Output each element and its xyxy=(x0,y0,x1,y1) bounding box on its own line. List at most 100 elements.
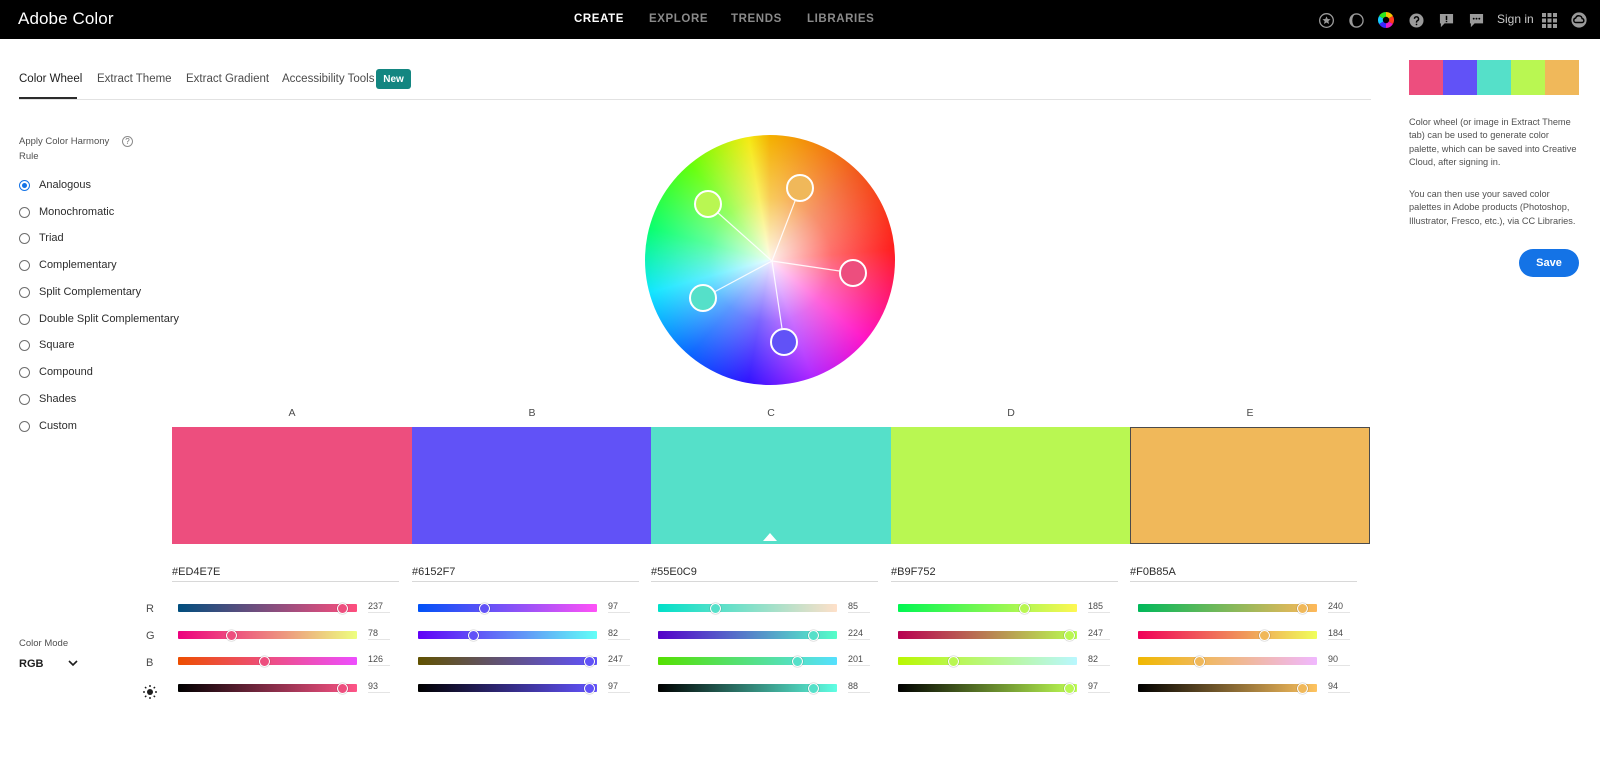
tab-accessibility-tools[interactable]: Accessibility Tools xyxy=(282,73,374,85)
value-e-g[interactable]: 184 xyxy=(1328,628,1350,640)
chevron-down-icon[interactable] xyxy=(68,659,78,667)
slider-d-r[interactable] xyxy=(898,604,1077,612)
radio-selected-icon[interactable] xyxy=(19,179,30,191)
value-a-g[interactable]: 78 xyxy=(368,628,390,640)
rule-double-split-complementary[interactable]: Double Split Complementary xyxy=(19,310,179,328)
slider-b-b[interactable] xyxy=(418,657,597,665)
slider-thumb[interactable] xyxy=(259,656,270,667)
handle-e[interactable] xyxy=(786,174,814,202)
slider-thumb[interactable] xyxy=(584,683,595,694)
tab-color-wheel[interactable]: Color Wheel xyxy=(19,73,82,85)
value-d-r[interactable]: 185 xyxy=(1088,601,1110,613)
slider-thumb[interactable] xyxy=(1019,603,1030,614)
handle-a[interactable] xyxy=(839,259,867,287)
apps-grid-icon[interactable] xyxy=(1541,12,1557,28)
harmony-help-icon[interactable]: ? xyxy=(122,136,133,147)
color-mode-select[interactable]: RGB xyxy=(19,658,43,670)
slider-b-g[interactable] xyxy=(418,631,597,639)
rule-triad[interactable]: Triad xyxy=(19,229,64,247)
value-d-brightness[interactable]: 97 xyxy=(1088,681,1110,693)
slider-thumb[interactable] xyxy=(808,683,819,694)
nav-libraries[interactable]: LIBRARIES xyxy=(807,13,874,25)
slider-d-g[interactable] xyxy=(898,631,1077,639)
tab-extract-gradient[interactable]: Extract Gradient xyxy=(186,73,269,85)
feedback-icon[interactable] xyxy=(1438,12,1454,28)
slider-a-r[interactable] xyxy=(178,604,357,612)
value-e-r[interactable]: 240 xyxy=(1328,601,1350,613)
hex-input-a[interactable]: #ED4E7E xyxy=(172,564,399,582)
rule-compound[interactable]: Compound xyxy=(19,363,93,381)
value-a-brightness[interactable]: 93 xyxy=(368,681,390,693)
radio-icon[interactable] xyxy=(19,313,30,325)
value-e-brightness[interactable]: 94 xyxy=(1328,681,1350,693)
swatch-b[interactable] xyxy=(412,427,652,544)
value-c-brightness[interactable]: 88 xyxy=(848,681,870,693)
nav-trends[interactable]: TRENDS xyxy=(731,13,782,25)
rule-split-complementary[interactable]: Split Complementary xyxy=(19,283,141,301)
slider-thumb[interactable] xyxy=(337,603,348,614)
value-c-r[interactable]: 85 xyxy=(848,601,870,613)
value-a-r[interactable]: 237 xyxy=(368,601,390,613)
value-c-g[interactable]: 224 xyxy=(848,628,870,640)
value-b-b[interactable]: 247 xyxy=(608,654,630,666)
rule-analogous[interactable]: Analogous xyxy=(19,176,91,194)
radio-icon[interactable] xyxy=(19,420,30,432)
swatch-a[interactable] xyxy=(172,427,412,544)
slider-a-brightness[interactable] xyxy=(178,684,357,692)
rule-complementary[interactable]: Complementary xyxy=(19,256,117,274)
radio-icon[interactable] xyxy=(19,339,30,351)
hex-input-e[interactable]: #F0B85A xyxy=(1130,564,1357,582)
slider-thumb[interactable] xyxy=(710,603,721,614)
slider-b-brightness[interactable] xyxy=(418,684,597,692)
slider-thumb[interactable] xyxy=(468,630,479,641)
nav-create[interactable]: CREATE xyxy=(574,13,624,25)
slider-thumb[interactable] xyxy=(337,683,348,694)
value-d-g[interactable]: 247 xyxy=(1088,628,1110,640)
slider-thumb[interactable] xyxy=(1297,603,1308,614)
tab-extract-theme[interactable]: Extract Theme xyxy=(97,73,172,85)
value-b-brightness[interactable]: 97 xyxy=(608,681,630,693)
radio-icon[interactable] xyxy=(19,232,30,244)
slider-c-b[interactable] xyxy=(658,657,837,665)
sign-in-link[interactable]: Sign in xyxy=(1497,12,1534,26)
save-button[interactable]: Save xyxy=(1519,249,1579,277)
rule-monochromatic[interactable]: Monochromatic xyxy=(19,203,114,221)
value-c-b[interactable]: 201 xyxy=(848,654,870,666)
hex-input-c[interactable]: #55E0C9 xyxy=(651,564,878,582)
value-d-b[interactable]: 82 xyxy=(1088,654,1110,666)
slider-e-brightness[interactable] xyxy=(1138,684,1317,692)
radio-icon[interactable] xyxy=(19,393,30,405)
chat-icon[interactable] xyxy=(1468,12,1484,28)
swatch-e[interactable] xyxy=(1130,427,1370,544)
slider-thumb[interactable] xyxy=(1259,630,1270,641)
swatch-c[interactable] xyxy=(651,427,891,544)
radio-icon[interactable] xyxy=(19,286,30,298)
nav-explore[interactable]: EXPLORE xyxy=(649,13,708,25)
value-b-r[interactable]: 97 xyxy=(608,601,630,613)
handle-b[interactable] xyxy=(770,328,798,356)
creative-cloud-icon[interactable] xyxy=(1570,12,1588,28)
slider-thumb[interactable] xyxy=(1194,656,1205,667)
slider-d-b[interactable] xyxy=(898,657,1077,665)
color-wheel[interactable] xyxy=(645,135,895,385)
rule-shades[interactable]: Shades xyxy=(19,390,76,408)
handle-d[interactable] xyxy=(694,190,722,218)
value-b-g[interactable]: 82 xyxy=(608,628,630,640)
moon-icon[interactable] xyxy=(1348,12,1364,28)
value-a-b[interactable]: 126 xyxy=(368,654,390,666)
slider-a-g[interactable] xyxy=(178,631,357,639)
slider-c-r[interactable] xyxy=(658,604,837,612)
slider-thumb[interactable] xyxy=(1064,630,1075,641)
star-icon[interactable] xyxy=(1318,12,1334,28)
slider-thumb[interactable] xyxy=(479,603,490,614)
slider-thumb[interactable] xyxy=(948,656,959,667)
slider-d-brightness[interactable] xyxy=(898,684,1077,692)
rule-square[interactable]: Square xyxy=(19,336,74,354)
radio-icon[interactable] xyxy=(19,206,30,218)
help-icon[interactable] xyxy=(1408,12,1424,28)
radio-icon[interactable] xyxy=(19,259,30,271)
slider-thumb[interactable] xyxy=(1297,683,1308,694)
slider-e-r[interactable] xyxy=(1138,604,1317,612)
slider-thumb[interactable] xyxy=(792,656,803,667)
slider-thumb[interactable] xyxy=(584,656,595,667)
